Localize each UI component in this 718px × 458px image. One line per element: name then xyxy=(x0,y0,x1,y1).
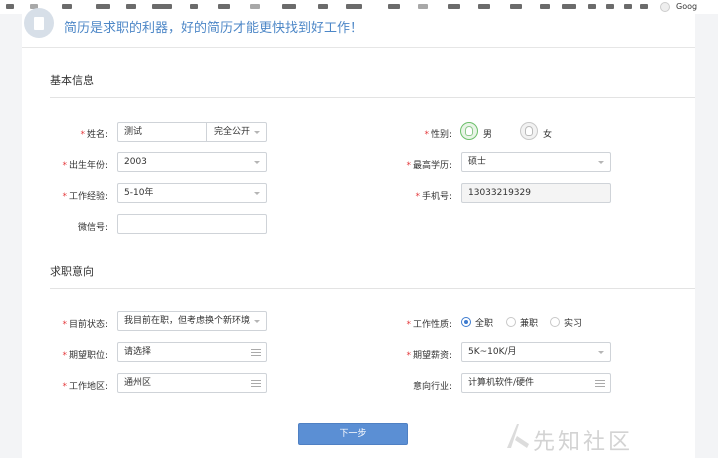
education-value: 硕士 xyxy=(468,157,487,167)
birth-year-select[interactable]: 2003 xyxy=(117,152,267,172)
bookmark-item[interactable] xyxy=(152,4,172,9)
section-title-intent: 求职意向 xyxy=(50,265,94,278)
bookmark-item[interactable] xyxy=(62,4,72,9)
job-type-parttime-radio[interactable] xyxy=(506,317,516,327)
bookmark-item[interactable] xyxy=(96,4,110,9)
gender-female-radio[interactable] xyxy=(520,122,538,140)
gender-male-radio[interactable] xyxy=(460,122,478,140)
bookmark-item[interactable] xyxy=(478,4,490,9)
bookmarks-bar: Goog xyxy=(0,0,718,14)
chevron-down-icon xyxy=(254,192,260,195)
experience-label: * 工作经验: xyxy=(62,192,108,202)
job-type-label: * 工作性质: xyxy=(406,320,452,330)
bookmark-item[interactable] xyxy=(190,4,198,9)
name-label: * 姓名: xyxy=(80,130,108,140)
bookmark-item[interactable] xyxy=(346,4,362,9)
salary-value: 5K~10K/月 xyxy=(468,347,517,357)
job-type-fulltime-label[interactable]: 全职 xyxy=(475,316,493,329)
bookmark-item[interactable] xyxy=(624,4,632,9)
section-title-basic: 基本信息 xyxy=(50,74,94,87)
position-label: * 期望职位: xyxy=(62,351,108,361)
location-label: * 工作地区: xyxy=(62,382,108,392)
list-icon xyxy=(251,349,261,356)
chevron-down-icon xyxy=(254,161,260,164)
status-label: * 目前状态: xyxy=(62,320,108,330)
industry-value: 计算机软件/硬件 xyxy=(468,378,535,388)
watermark-text: 先知社区 xyxy=(533,430,634,455)
job-type-intern-radio[interactable] xyxy=(550,317,560,327)
gender-female-label[interactable]: 女 xyxy=(543,127,552,140)
intro-banner: 简历是求职的利器，好的简历才能更快找到好工作！ xyxy=(22,8,695,48)
bookmark-item[interactable] xyxy=(282,4,296,9)
salary-select[interactable]: 5K~10K/月 xyxy=(461,342,611,362)
section-divider xyxy=(50,288,695,289)
experience-select[interactable]: 5-10年 xyxy=(117,183,267,203)
education-label: * 最高学历: xyxy=(406,161,452,171)
job-type-intern-label[interactable]: 实习 xyxy=(564,316,582,329)
birth-year-label: * 出生年份: xyxy=(62,161,108,171)
bookmark-item[interactable] xyxy=(218,4,230,9)
section-divider xyxy=(50,97,695,98)
watermark-logo-icon xyxy=(507,424,529,448)
phone-value: 13033219329 xyxy=(468,188,531,198)
name-value: 测试 xyxy=(124,127,143,137)
bookmark-item[interactable] xyxy=(640,4,648,9)
phone-label: * 手机号: xyxy=(415,192,452,202)
bookmark-item[interactable] xyxy=(388,4,400,9)
location-value: 通州区 xyxy=(124,378,152,388)
name-visibility-select[interactable]: 完全公开 xyxy=(214,123,250,141)
birth-year-value: 2003 xyxy=(124,157,147,167)
list-icon xyxy=(595,380,605,387)
industry-label: 意向行业: xyxy=(412,382,452,392)
job-type-fulltime-radio[interactable] xyxy=(461,317,471,327)
bookmark-item[interactable] xyxy=(126,4,136,9)
status-value: 我目前在职，但考虑换个新环境 xyxy=(124,316,251,326)
gender-male-label[interactable]: 男 xyxy=(483,127,492,140)
chevron-down-icon xyxy=(598,161,604,164)
experience-value: 5-10年 xyxy=(124,188,154,198)
bookmark-item[interactable] xyxy=(6,4,14,9)
male-avatar-icon xyxy=(465,126,473,136)
gender-label: * 性别: xyxy=(424,130,452,140)
bookmark-item[interactable] xyxy=(510,4,522,9)
female-avatar-icon xyxy=(525,126,533,136)
position-value: 请选择 xyxy=(124,347,152,357)
wechat-input[interactable] xyxy=(117,214,267,234)
bookmark-item[interactable] xyxy=(318,4,328,9)
name-field[interactable]: 测试 完全公开 xyxy=(117,122,267,142)
location-picker[interactable]: 通州区 xyxy=(117,373,267,393)
salary-label: * 期望薪资: xyxy=(406,351,452,361)
field-separator xyxy=(206,123,207,141)
education-select[interactable]: 硕士 xyxy=(461,152,611,172)
bookmark-item[interactable] xyxy=(540,4,550,9)
bookmark-item[interactable] xyxy=(418,4,428,9)
bookmark-item[interactable] xyxy=(562,4,576,9)
bookmark-item[interactable] xyxy=(448,4,460,9)
phone-field[interactable]: 13033219329 xyxy=(461,183,611,203)
next-step-button[interactable]: 下一步 xyxy=(298,423,408,445)
chevron-down-icon xyxy=(598,351,604,354)
chevron-down-icon xyxy=(254,320,260,323)
google-favicon-icon xyxy=(660,2,670,12)
chevron-down-icon xyxy=(254,131,260,134)
bookmark-item[interactable] xyxy=(250,4,260,9)
wechat-label: 微信号: xyxy=(77,223,108,233)
banner-text: 简历是求职的利器，好的简历才能更快找到好工作！ xyxy=(64,21,364,36)
status-select[interactable]: 我目前在职，但考虑换个新环境 xyxy=(117,311,267,331)
position-picker[interactable]: 请选择 xyxy=(117,342,267,362)
job-type-parttime-label[interactable]: 兼职 xyxy=(520,316,538,329)
bookmark-item[interactable] xyxy=(606,4,614,9)
bookmark-item[interactable] xyxy=(588,4,596,9)
resume-form: 基本信息 * 姓名: 测试 完全公开 * 性别: 男 女 * 出生年份: 2003 *… xyxy=(22,48,695,458)
bookmark-google[interactable]: Goog xyxy=(676,2,697,11)
document-icon xyxy=(24,8,54,38)
list-icon xyxy=(251,380,261,387)
industry-picker[interactable]: 计算机软件/硬件 xyxy=(461,373,611,393)
